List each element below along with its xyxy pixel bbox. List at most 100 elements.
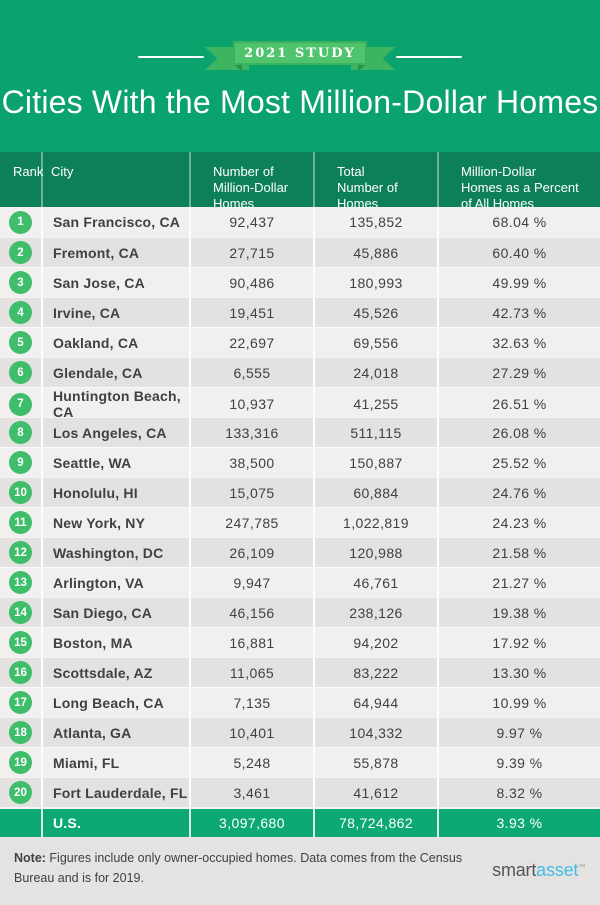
city-cell: Los Angeles, CA: [41, 418, 189, 447]
pct-cell: 17.92 %: [437, 628, 600, 657]
mdh-cell: 11,065: [189, 658, 313, 687]
rank-badge: 7: [9, 393, 32, 416]
rank-badge: 11: [9, 511, 32, 534]
total-cell: 94,202: [313, 628, 437, 657]
table-row: 2 Fremont, CA 27,715 45,886 60.40 %: [0, 237, 600, 267]
pct-cell: 26.08 %: [437, 418, 600, 447]
rank-cell: 20: [0, 778, 41, 807]
mdh-cell: 15,075: [189, 478, 313, 507]
pct-cell: 9.97 %: [437, 718, 600, 747]
column-header-percent: Million-Dollar Homes as a Percent of All…: [437, 152, 600, 212]
footnote: Note: Figures include only owner-occupie…: [14, 848, 486, 888]
city-cell: Fremont, CA: [41, 238, 189, 267]
mdh-cell: 6,555: [189, 358, 313, 387]
city-cell: Atlanta, GA: [41, 718, 189, 747]
total-cell: 64,944: [313, 688, 437, 717]
mdh-cell: 46,156: [189, 598, 313, 627]
rank-badge: 15: [9, 631, 32, 654]
rank-badge: 10: [9, 481, 32, 504]
mdh-cell: 3,461: [189, 778, 313, 807]
mdh-cell: 133,316: [189, 418, 313, 447]
mdh-cell: 26,109: [189, 538, 313, 567]
mdh-cell: 22,697: [189, 328, 313, 357]
rank-cell: 16: [0, 658, 41, 687]
pct-cell: 21.27 %: [437, 568, 600, 597]
table-row: 13 Arlington, VA 9,947 46,761 21.27 %: [0, 567, 600, 597]
rank-badge: 3: [9, 271, 32, 294]
rank-badge: 4: [9, 301, 32, 324]
footnote-label: Note:: [14, 851, 46, 865]
table-row: 1 San Francisco, CA 92,437 135,852 68.04…: [0, 207, 600, 237]
column-header-total-homes: Total Number of Homes: [313, 152, 437, 212]
city-cell: Miami, FL: [41, 748, 189, 777]
page-title: Cities With the Most Million-Dollar Home…: [0, 84, 600, 120]
summary-total-value: 78,724,862: [313, 809, 437, 837]
column-header-million-dollar-homes: Number of Million-Dollar Homes: [189, 152, 313, 212]
table-row: 19 Miami, FL 5,248 55,878 9.39 %: [0, 747, 600, 777]
rank-cell: 12: [0, 538, 41, 567]
mdh-cell: 90,486: [189, 268, 313, 297]
total-cell: 238,126: [313, 598, 437, 627]
city-cell: San Francisco, CA: [41, 207, 189, 237]
mdh-cell: 38,500: [189, 448, 313, 477]
table-row: 3 San Jose, CA 90,486 180,993 49.99 %: [0, 267, 600, 297]
rank-cell: 6: [0, 358, 41, 387]
pct-cell: 49.99 %: [437, 268, 600, 297]
rank-badge: 18: [9, 721, 32, 744]
total-cell: 55,878: [313, 748, 437, 777]
smartasset-logo: smartasset™: [492, 860, 585, 881]
rank-cell: 4: [0, 298, 41, 327]
rank-badge: 8: [9, 421, 32, 444]
city-cell: Oakland, CA: [41, 328, 189, 357]
city-cell: Seattle, WA: [41, 448, 189, 477]
city-cell: Honolulu, HI: [41, 478, 189, 507]
mdh-cell: 10,401: [189, 718, 313, 747]
rank-cell: 13: [0, 568, 41, 597]
table-row: 12 Washington, DC 26,109 120,988 21.58 %: [0, 537, 600, 567]
total-cell: 135,852: [313, 207, 437, 237]
pct-cell: 32.63 %: [437, 328, 600, 357]
table-row: 7 Huntington Beach, CA 10,937 41,255 26.…: [0, 387, 600, 417]
table-row: 11 New York, NY 247,785 1,022,819 24.23 …: [0, 507, 600, 537]
summary-rank-spacer: [0, 809, 41, 837]
mdh-cell: 9,947: [189, 568, 313, 597]
column-header-rank: Rank: [0, 152, 41, 212]
pct-cell: 19.38 %: [437, 598, 600, 627]
logo-part-smart: smart: [492, 860, 536, 880]
mdh-cell: 92,437: [189, 207, 313, 237]
city-cell: Scottsdale, AZ: [41, 658, 189, 687]
pct-cell: 25.52 %: [437, 448, 600, 477]
rank-cell: 9: [0, 448, 41, 477]
pct-cell: 68.04 %: [437, 207, 600, 237]
total-cell: 24,018: [313, 358, 437, 387]
rank-badge: 13: [9, 571, 32, 594]
pct-cell: 24.76 %: [437, 478, 600, 507]
ribbon-line-left: [138, 56, 204, 58]
mdh-cell: 5,248: [189, 748, 313, 777]
summary-mdh-value: 3,097,680: [189, 809, 313, 837]
total-cell: 180,993: [313, 268, 437, 297]
city-cell: Washington, DC: [41, 538, 189, 567]
rank-cell: 1: [0, 207, 41, 237]
rank-cell: 3: [0, 268, 41, 297]
city-cell: Huntington Beach, CA: [41, 388, 189, 420]
rank-cell: 2: [0, 238, 41, 267]
rank-badge: 14: [9, 601, 32, 624]
table-row: 15 Boston, MA 16,881 94,202 17.92 %: [0, 627, 600, 657]
table-row: 17 Long Beach, CA 7,135 64,944 10.99 %: [0, 687, 600, 717]
rank-cell: 11: [0, 508, 41, 537]
table-row: 6 Glendale, CA 6,555 24,018 27.29 %: [0, 357, 600, 387]
table-row: 18 Atlanta, GA 10,401 104,332 9.97 %: [0, 717, 600, 747]
rank-cell: 17: [0, 688, 41, 717]
rank-cell: 18: [0, 718, 41, 747]
total-cell: 41,612: [313, 778, 437, 807]
total-cell: 60,884: [313, 478, 437, 507]
rank-badge: 2: [9, 241, 32, 264]
ribbon-line-right: [396, 56, 462, 58]
table-row: 14 San Diego, CA 46,156 238,126 19.38 %: [0, 597, 600, 627]
total-cell: 45,526: [313, 298, 437, 327]
rank-badge: 19: [9, 751, 32, 774]
rank-badge: 20: [9, 781, 32, 804]
total-cell: 1,022,819: [313, 508, 437, 537]
mdh-cell: 10,937: [189, 388, 313, 420]
